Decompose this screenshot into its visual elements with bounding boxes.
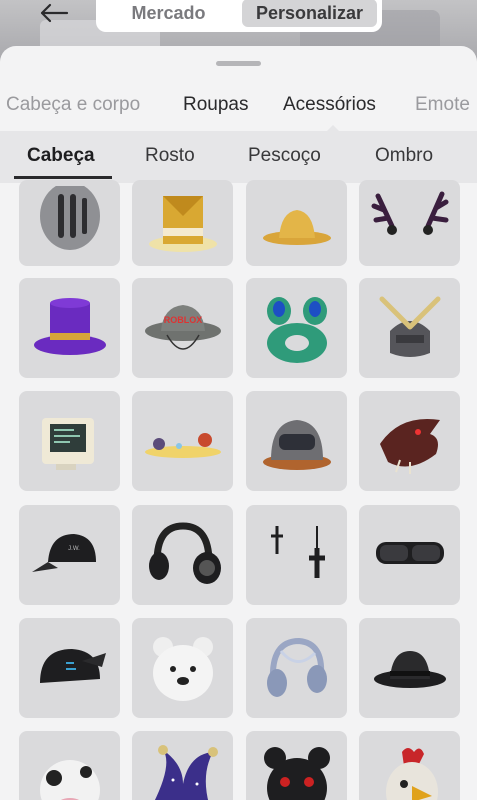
rooster-head-icon xyxy=(385,748,438,800)
tab-personalizar[interactable]: Personalizar xyxy=(242,0,377,27)
golden-top-hat-icon xyxy=(148,196,217,252)
dark-bear-head-icon xyxy=(263,747,330,800)
sheet-grabber[interactable] xyxy=(216,61,261,66)
item-tile[interactable]: J.W. xyxy=(19,505,120,605)
subcategory-ombro[interactable]: Ombro xyxy=(375,145,433,167)
tab-mercado[interactable]: Mercado xyxy=(101,0,236,27)
item-tile[interactable] xyxy=(132,731,233,800)
category-tabs: Cabeça e corpo Roupas Acessórios Emote xyxy=(0,90,477,122)
space-helmet-icon xyxy=(262,420,331,470)
item-tile[interactable] xyxy=(246,180,347,266)
dragon-head-icon xyxy=(379,419,440,474)
item-tile[interactable] xyxy=(19,391,120,491)
item-tile[interactable] xyxy=(246,731,347,800)
dark-antlers-icon xyxy=(371,191,448,235)
svg-text:J.W.: J.W. xyxy=(68,546,80,552)
subcategory-cabeca[interactable]: Cabeça xyxy=(27,145,95,167)
black-goggles-icon xyxy=(375,542,444,564)
subcategory-rosto[interactable]: Rosto xyxy=(145,145,195,167)
black-fedora-icon xyxy=(373,651,446,688)
arrow-left-icon xyxy=(40,3,69,23)
item-tile[interactable] xyxy=(132,180,233,266)
category-emote[interactable]: Emote xyxy=(415,94,470,116)
retro-monitor-helmet-icon xyxy=(41,418,94,470)
item-tile[interactable] xyxy=(359,505,460,605)
item-tile[interactable] xyxy=(19,278,120,378)
jester-hat-icon xyxy=(154,745,218,800)
samurai-helmet-icon xyxy=(379,296,440,357)
active-subcategory-underline xyxy=(14,176,112,179)
top-segmented-control: Mercado Personalizar xyxy=(96,0,382,32)
straw-hat-icon xyxy=(262,210,331,245)
item-tile[interactable] xyxy=(19,731,120,800)
planet-halo-icon xyxy=(144,433,221,458)
category-cabeca-e-corpo[interactable]: Cabeça e corpo xyxy=(6,94,140,116)
roblox-bucket-hat-icon: ROBLOX xyxy=(144,305,221,350)
item-tile[interactable] xyxy=(359,278,460,378)
black-headphones-icon xyxy=(148,522,221,584)
item-tile[interactable] xyxy=(246,618,347,718)
item-tile[interactable] xyxy=(359,618,460,718)
cow-head-icon xyxy=(39,760,100,800)
item-tile[interactable] xyxy=(359,391,460,491)
black-cap-icon: J.W. xyxy=(31,534,96,572)
cross-earrings-icon xyxy=(270,526,325,578)
back-button[interactable] xyxy=(34,0,74,26)
white-bear-head-icon xyxy=(152,637,213,701)
item-tile[interactable] xyxy=(19,180,120,266)
silver-headphones-icon xyxy=(266,637,327,697)
item-tile[interactable] xyxy=(19,618,120,718)
frog-float-ring-icon xyxy=(266,297,327,363)
item-tile[interactable] xyxy=(246,278,347,378)
purple-top-hat-icon xyxy=(33,298,106,355)
item-tile[interactable] xyxy=(132,618,233,718)
item-tile[interactable] xyxy=(359,731,460,800)
category-roupas[interactable]: Roupas xyxy=(183,94,249,116)
item-tile[interactable]: ROBLOX xyxy=(132,278,233,378)
item-tile[interactable] xyxy=(132,391,233,491)
category-acessorios[interactable]: Acessórios xyxy=(283,94,376,116)
knight-helmet-icon xyxy=(39,186,100,250)
black-backwards-cap-icon xyxy=(39,649,106,683)
item-tile[interactable] xyxy=(132,505,233,605)
item-tile[interactable] xyxy=(246,391,347,491)
subcategory-pescoco[interactable]: Pescoço xyxy=(248,145,321,167)
svg-text:ROBLOX: ROBLOX xyxy=(163,315,202,325)
item-tile[interactable] xyxy=(359,180,460,266)
item-tile[interactable] xyxy=(246,505,347,605)
